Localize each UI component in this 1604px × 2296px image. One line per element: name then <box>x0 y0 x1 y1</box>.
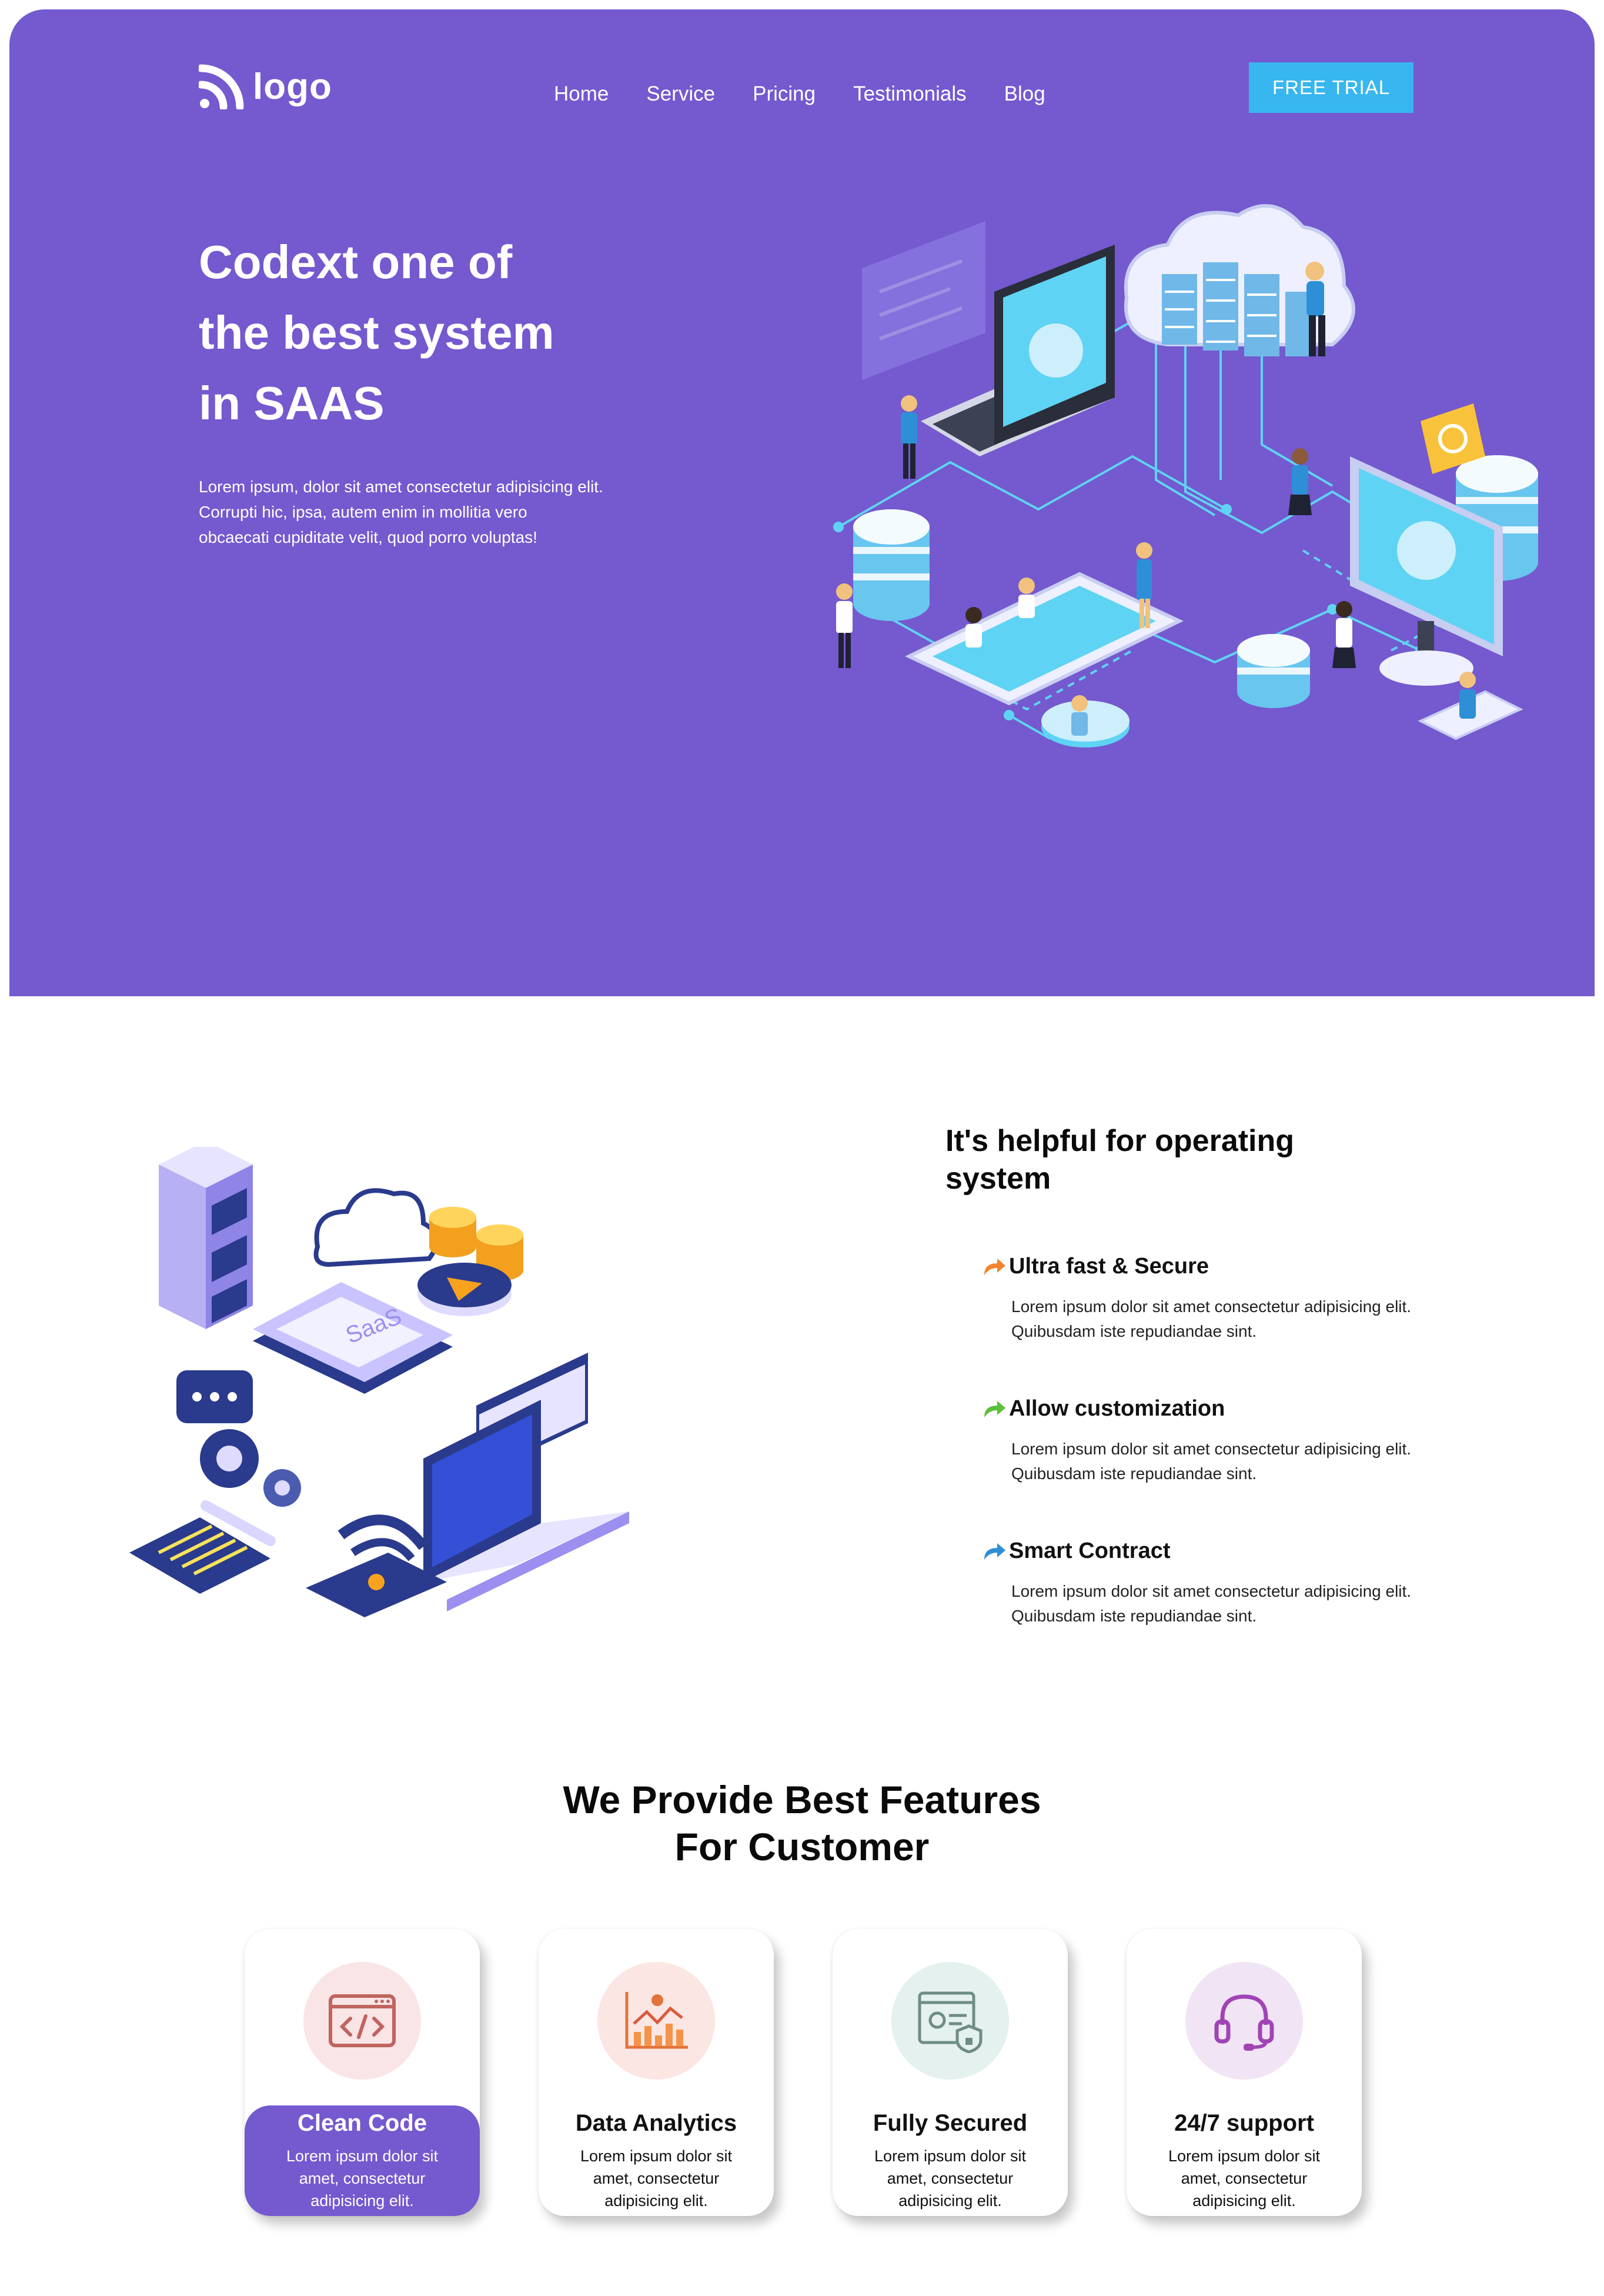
feature-card-fully-secured[interactable]: Fully Secured Lorem ipsum dolor sit amet… <box>833 1929 1068 2216</box>
icon-circle <box>1185 1962 1303 2080</box>
share-arrow-icon <box>984 1543 1005 1560</box>
logo[interactable]: logo <box>199 64 332 109</box>
card-title: Clean Code <box>297 2110 427 2136</box>
feature-title: Smart Contract <box>1009 1539 1171 1563</box>
feature-desc-line: Quibusdam iste repudiandae sint. <box>1011 1607 1257 1625</box>
free-trial-button[interactable]: FREE TRIAL <box>1249 62 1413 113</box>
card-desc-line: Lorem ipsum dolor sit <box>874 2147 1027 2165</box>
card-title: Data Analytics <box>575 2110 737 2136</box>
hero-subtitle-line: obcaecati cupiditate velit, quod porro v… <box>199 528 537 546</box>
card-desc-line: amet, consectetur <box>593 2170 720 2187</box>
feature-ultra-fast: Ultra fast & Secure Lorem ipsum dolor si… <box>982 1254 1511 1344</box>
card-desc: Lorem ipsum dolor sit amet, consectetur … <box>1156 2145 1332 2212</box>
feature-desc-line: Lorem ipsum dolor sit amet consectetur a… <box>1011 1582 1412 1600</box>
card-label: Fully Secured Lorem ipsum dolor sit amet… <box>833 2105 1068 2216</box>
icon-circle <box>303 1962 421 2080</box>
main-nav: Home Service Pricing Testimonials Blog <box>554 82 1083 106</box>
card-desc: Lorem ipsum dolor sit amet, consectetur … <box>568 2145 744 2212</box>
best-features-title: We Provide Best Features For Customer <box>0 1776 1604 1870</box>
share-arrow-icon <box>984 1400 1005 1417</box>
hero-section: logo Home Service Pricing Testimonials B… <box>9 9 1595 996</box>
best-title-line: For Customer <box>674 1825 930 1868</box>
headset-icon <box>1214 1994 1274 2051</box>
helpful-title-line: It's helpful for operating <box>945 1124 1295 1158</box>
feature-smart-contract: Smart Contract Lorem ipsum dolor sit ame… <box>982 1539 1511 1628</box>
feature-title: Ultra fast & Secure <box>1009 1254 1209 1279</box>
hero-title: Codext one of the best system in SAAS <box>199 227 728 439</box>
nav-home[interactable]: Home <box>554 82 609 106</box>
card-desc-line: adipisicing elit. <box>1192 2192 1296 2210</box>
best-title-line: We Provide Best Features <box>563 1778 1041 1821</box>
saas-illustration: SaaS <box>129 1147 629 1617</box>
nav-blog[interactable]: Blog <box>1004 82 1045 106</box>
icon-circle <box>891 1962 1009 2080</box>
share-arrow-icon <box>984 1258 1005 1275</box>
nav-testimonials[interactable]: Testimonials <box>853 82 967 106</box>
card-desc-line: amet, consectetur <box>887 2170 1014 2187</box>
feature-customization: Allow customization Lorem ipsum dolor si… <box>982 1396 1511 1486</box>
feature-desc-line: Quibusdam iste repudiandae sint. <box>1011 1464 1257 1483</box>
card-desc-line: Lorem ipsum dolor sit <box>286 2147 439 2165</box>
feature-desc-line: Lorem ipsum dolor sit amet consectetur a… <box>1011 1297 1412 1316</box>
card-desc-line: Lorem ipsum dolor sit <box>580 2147 733 2165</box>
feature-card-clean-code[interactable]: Clean Code Lorem ipsum dolor sit amet, c… <box>245 1929 480 2216</box>
code-window-icon <box>329 1994 396 2047</box>
card-desc-line: Lorem ipsum dolor sit <box>1168 2147 1321 2165</box>
card-title: 24/7 support <box>1174 2110 1314 2136</box>
helpful-title-line: system <box>945 1162 1051 1196</box>
hero-subtitle: Lorem ipsum, dolor sit amet consectetur … <box>199 474 704 550</box>
feature-card-support[interactable]: 24/7 support Lorem ipsum dolor sit amet,… <box>1127 1929 1362 2216</box>
card-label: Clean Code Lorem ipsum dolor sit amet, c… <box>245 2105 480 2216</box>
cloud-network-illustration <box>833 204 1538 747</box>
card-desc-line: adipisicing elit. <box>310 2192 414 2210</box>
card-desc: Lorem ipsum dolor sit amet, consectetur … <box>862 2145 1038 2212</box>
hero-title-line: the best system <box>199 306 554 359</box>
analytics-chart-icon <box>625 1992 688 2049</box>
card-title: Fully Secured <box>873 2110 1028 2136</box>
hero-title-line: in SAAS <box>199 377 385 429</box>
helpful-title: It's helpful for operating system <box>945 1122 1381 1197</box>
card-desc-line: adipisicing elit. <box>604 2192 708 2210</box>
secure-profile-icon <box>918 1991 983 2053</box>
feature-desc-line: Lorem ipsum dolor sit amet consectetur a… <box>1011 1440 1412 1458</box>
hero-subtitle-line: Lorem ipsum, dolor sit amet consectetur … <box>199 478 603 496</box>
hero-subtitle-line: Corrupti hic, ipsa, autem enim in mollit… <box>199 503 527 521</box>
card-desc: Lorem ipsum dolor sit amet, consectetur … <box>274 2145 450 2212</box>
hero-title-line: Codext one of <box>199 236 513 288</box>
feature-title: Allow customization <box>1009 1396 1225 1421</box>
nav-service[interactable]: Service <box>646 82 715 106</box>
logo-icon <box>199 64 244 109</box>
feature-desc-line: Quibusdam iste repudiandae sint. <box>1011 1322 1257 1340</box>
card-desc-line: amet, consectetur <box>299 2170 426 2187</box>
card-label: 24/7 support Lorem ipsum dolor sit amet,… <box>1127 2105 1362 2216</box>
card-label: Data Analytics Lorem ipsum dolor sit ame… <box>539 2105 774 2216</box>
icon-circle <box>597 1962 715 2080</box>
logo-text: logo <box>253 66 332 107</box>
card-desc-line: adipisicing elit. <box>898 2192 1002 2210</box>
feature-card-data-analytics[interactable]: Data Analytics Lorem ipsum dolor sit ame… <box>539 1929 774 2216</box>
nav-pricing[interactable]: Pricing <box>753 82 816 106</box>
card-desc-line: amet, consectetur <box>1181 2170 1308 2187</box>
